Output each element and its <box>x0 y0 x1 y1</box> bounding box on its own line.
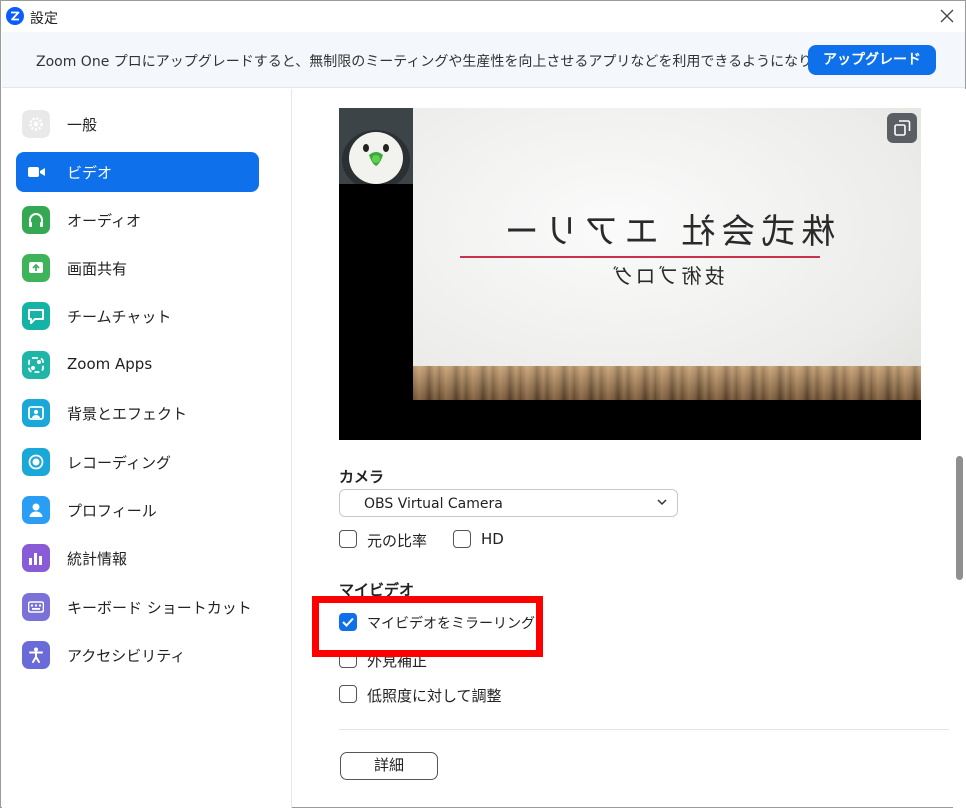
profile-icon <box>22 496 50 524</box>
sidebar-item-label: Zoom Apps <box>67 355 153 373</box>
sidebar-item-label: 統計情報 <box>67 550 128 568</box>
upgrade-button[interactable]: アップグレード <box>808 45 936 75</box>
statistics-icon <box>22 544 50 572</box>
sidebar-item-label: 一般 <box>67 116 98 134</box>
sidebar-item-recording[interactable]: レコーディング <box>16 442 259 482</box>
sidebar-item-team-chat[interactable]: チームチャット <box>16 296 259 336</box>
accessibility-icon <box>22 641 50 669</box>
low-light-checkbox[interactable]: 低照度に対して調整 <box>339 684 539 706</box>
camera-select-value: OBS Virtual Camera <box>364 496 503 512</box>
sidebar-item-label: レコーディング <box>67 454 171 472</box>
video-settings-panel: 株式会社 エアリー 技術ブログ カメラ OBS Virtual Camera 元… <box>293 89 953 808</box>
sidebar-item-label: プロフィール <box>67 502 157 520</box>
checkbox-label: 低照度に対して調整 <box>367 687 502 705</box>
sidebar-item-label: オーディオ <box>67 212 141 230</box>
checkbox-label: 元の比率 <box>367 532 428 550</box>
scrollbar-track[interactable] <box>953 89 966 808</box>
window-title: 設定 <box>30 11 58 27</box>
sidebar-item-statistics[interactable]: 統計情報 <box>16 538 259 578</box>
camera-select[interactable]: OBS Virtual Camera <box>339 489 678 517</box>
record-icon <box>22 448 50 476</box>
sidebar-item-audio[interactable]: オーディオ <box>16 200 259 240</box>
sidebar-item-label: チームチャット <box>67 308 172 326</box>
slide-title: 株式会社 エアリー <box>498 212 836 252</box>
sidebar: 一般 ビデオ オーディオ 画面共有 チームチャット Zoom Apps 背景とエ… <box>2 89 292 808</box>
checkbox-box[interactable] <box>339 530 357 548</box>
original-ratio-checkbox[interactable]: 元の比率 <box>339 529 439 551</box>
checkbox-label: HD <box>481 530 504 548</box>
banner-text: Zoom One プロにアップグレードすると、無制限のミーティングや生産性を向上… <box>36 54 855 70</box>
advanced-button[interactable]: 詳細 <box>340 752 438 780</box>
sidebar-item-general[interactable]: 一般 <box>16 104 259 144</box>
headphones-icon <box>22 206 50 234</box>
settings-window: 設定 Zoom One プロにアップグレードすると、無制限のミーティングや生産性… <box>0 0 966 808</box>
titlebar: 設定 <box>1 1 965 32</box>
gear-icon <box>22 110 50 138</box>
slide-subtitle: 技術ブログ <box>609 264 725 288</box>
checkmark-icon <box>342 617 354 627</box>
upgrade-banner: Zoom One プロにアップグレードすると、無制限のミーティングや生産性を向上… <box>2 32 965 88</box>
sidebar-item-label: ビデオ <box>67 164 113 182</box>
sidebar-item-label: キーボード ショートカット <box>67 599 252 617</box>
keyboard-icon <box>22 593 50 621</box>
checkbox-box[interactable] <box>453 530 471 548</box>
sidebar-item-label: 画面共有 <box>67 260 128 278</box>
video-preview: 株式会社 エアリー 技術ブログ <box>339 108 921 440</box>
sidebar-item-video[interactable]: ビデオ <box>16 152 259 192</box>
checkbox-box[interactable] <box>339 613 357 631</box>
video-camera-icon <box>22 158 50 186</box>
background-icon <box>22 399 50 427</box>
sidebar-item-keyboard-shortcuts[interactable]: キーボード ショートカット <box>16 587 259 627</box>
checkbox-box[interactable] <box>339 685 357 703</box>
chat-icon <box>22 302 50 330</box>
slide-underline <box>460 256 820 258</box>
sidebar-item-accessibility[interactable]: アクセシビリティ <box>16 635 259 675</box>
sidebar-item-background-effects[interactable]: 背景とエフェクト <box>16 393 259 433</box>
sidebar-item-zoom-apps[interactable]: Zoom Apps <box>16 345 259 385</box>
sidebar-item-label: アクセシビリティ <box>67 647 186 665</box>
preview-slide <box>413 108 921 400</box>
chevron-down-icon <box>657 499 667 506</box>
zoom-logo-icon <box>6 7 24 25</box>
hd-checkbox[interactable]: HD <box>453 529 513 551</box>
penguin-avatar-icon <box>339 108 413 184</box>
sidebar-item-share-screen[interactable]: 画面共有 <box>16 248 259 288</box>
close-icon[interactable] <box>937 6 957 26</box>
preview-floor <box>413 366 921 400</box>
apps-icon <box>22 351 50 379</box>
sidebar-item-label: 背景とエフェクト <box>67 405 188 423</box>
checkbox-label: マイビデオをミラーリング <box>367 616 535 632</box>
pip-toggle-button[interactable] <box>887 113 917 143</box>
sidebar-item-profile[interactable]: プロフィール <box>16 490 259 530</box>
divider <box>339 729 949 730</box>
scrollbar-thumb[interactable] <box>956 456 963 580</box>
mirror-video-checkbox[interactable]: マイビデオをミラーリング <box>339 612 535 634</box>
share-screen-icon <box>22 254 50 282</box>
camera-label: カメラ <box>339 468 385 486</box>
